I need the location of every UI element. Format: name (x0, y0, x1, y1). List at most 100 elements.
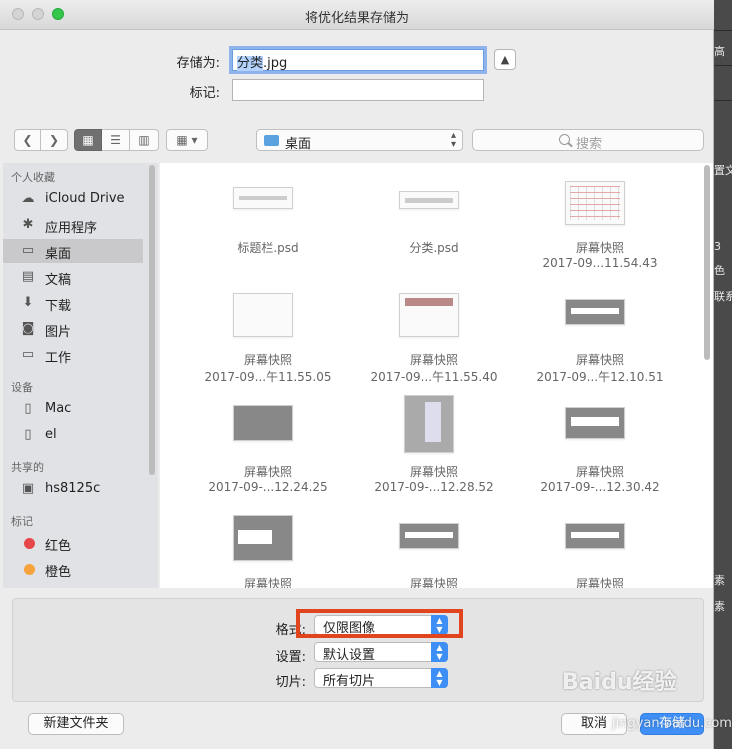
sidebar-item-downloads[interactable]: ⬇ 下载 (3, 291, 143, 315)
expand-dialog-button[interactable]: ▲ (494, 49, 516, 70)
settings-value: 默认设置 (323, 648, 376, 663)
bg-text: 色 (714, 264, 725, 277)
file-item[interactable]: 屏幕快照 (359, 517, 509, 588)
file-thumbnail (565, 181, 625, 225)
disk-icon: ▯ (24, 401, 32, 416)
tags-input[interactable] (232, 79, 484, 101)
sidebar-item-label: 下载 (45, 299, 72, 314)
sidebar-item-label: 橙色 (45, 565, 72, 580)
sidebar-item-work[interactable]: ▭ 工作 (3, 343, 143, 367)
file-thumbnail (565, 407, 625, 439)
updown-arrows-icon: ▲ ▼ (431, 668, 448, 688)
file-item[interactable]: 屏幕快照 2017-09...午11.55.05 (193, 293, 343, 403)
slices-label: 切片: (275, 675, 306, 690)
sidebar-item-tag-orange[interactable]: 橙色 (3, 557, 143, 581)
forward-button[interactable]: ❯ (41, 129, 68, 151)
file-item[interactable]: 屏幕快照 2017-09-...12.24.25 (193, 405, 343, 515)
file-item[interactable]: 屏幕快照 (525, 517, 675, 588)
back-button[interactable]: ❮ (14, 129, 41, 151)
pictures-icon: ◙ (21, 321, 35, 336)
applications-icon: ✱ (22, 217, 34, 232)
file-thumbnail (399, 191, 459, 209)
file-thumbnail (233, 515, 293, 561)
column-view-button[interactable]: ▥ (130, 129, 159, 151)
cloud-icon: ☁ (21, 191, 35, 206)
file-date: 2017-09...午11.55.05 (204, 370, 332, 384)
new-folder-button[interactable]: 新建文件夹 (28, 713, 124, 735)
search-icon (559, 134, 570, 145)
sidebar-item-mac[interactable]: ▯ Mac (3, 397, 143, 421)
sidebar-item-label: 文稿 (45, 273, 72, 288)
file-thumbnail (399, 523, 459, 549)
icon-view-button[interactable]: ▦ (74, 129, 102, 151)
sidebar-scrollbar[interactable] (149, 165, 155, 475)
sidebar-item-desktop[interactable]: ▭ 桌面 (3, 239, 143, 263)
sidebar-item-tag-red[interactable]: 红色 (3, 531, 143, 555)
settings-label: 设置: (275, 650, 306, 665)
file-thumbnail (233, 293, 293, 337)
monitor-icon: ▣ (21, 481, 35, 496)
location-popup[interactable]: 桌面 ▴ ▾ (256, 129, 463, 152)
file-item[interactable]: 分类.psd (359, 181, 509, 291)
bg-text: 联系 (714, 290, 732, 303)
slices-value: 所有切片 (323, 674, 376, 689)
chevron-left-icon: ❮ (22, 133, 33, 147)
bg-text: 置文 (714, 164, 732, 177)
file-item[interactable]: 屏幕快照 (193, 515, 343, 588)
filename-selected-text: 分类 (237, 56, 264, 71)
sidebar-item-label: 桌面 (45, 247, 72, 262)
search-input[interactable]: 搜索 (472, 129, 704, 152)
file-item[interactable]: 标题栏.psd (193, 181, 343, 291)
sidebar-item-hs8125c[interactable]: ▣ hs8125c (3, 477, 143, 501)
sidebar-section-devices: 设备 (11, 381, 33, 394)
columns-icon: ▥ (138, 133, 150, 147)
file-name: 屏幕快照 (409, 465, 458, 479)
filename-input[interactable]: 分类.jpg (232, 49, 484, 71)
sidebar-section-favorites: 个人收藏 (11, 171, 55, 184)
file-item[interactable]: 屏幕快照 2017-09-...12.28.52 (359, 395, 509, 515)
sidebar-item-applications[interactable]: ✱ 应用程序 (3, 213, 143, 237)
background-app-panel: 高 置文 3 色 联系 素 素 (714, 0, 732, 749)
bg-text: 高 (714, 45, 725, 58)
file-name: 屏幕快照 (243, 577, 292, 588)
file-thumbnail (399, 293, 459, 337)
sidebar-item-pictures[interactable]: ◙ 图片 (3, 317, 143, 341)
file-date: 2017-09-...12.30.42 (540, 480, 660, 494)
list-view-button[interactable]: ☰ (102, 129, 130, 151)
chevron-right-icon: ❯ (48, 133, 60, 147)
sidebar-section-tags: 标记 (11, 515, 33, 528)
bg-text: 素 (714, 600, 725, 613)
sidebar-item-label: Mac (45, 401, 72, 416)
sidebar-item-documents[interactable]: ▤ 文稿 (3, 265, 143, 289)
file-item[interactable]: 屏幕快照 2017-09...11.54.43 (525, 181, 675, 291)
file-date: 2017-09...11.54.43 (542, 256, 658, 270)
file-browser: 标题栏.psd 分类.psd 屏幕快照 2017-09...11.54.43 屏… (160, 163, 713, 588)
slices-select[interactable]: 所有切片 ▲ ▼ (314, 668, 448, 689)
file-scrollbar[interactable] (704, 165, 710, 360)
sidebar: 个人收藏 ☁ iCloud Drive ✱ 应用程序 ▭ 桌面 ▤ 文稿 ⬇ 下载 ◙ 图片… (3, 163, 158, 588)
settings-select[interactable]: 默认设置 ▲ ▼ (314, 642, 448, 663)
file-thumbnail (233, 405, 293, 441)
sidebar-item-icloud[interactable]: ☁ iCloud Drive (3, 187, 143, 211)
folder-icon: ▭ (21, 347, 35, 362)
orange-tag-icon (24, 564, 35, 575)
file-name: 屏幕快照 (575, 465, 624, 479)
arrange-grid-icon: ▦ ▾ (176, 133, 198, 147)
arrange-menu-button[interactable]: ▦ ▾ (166, 129, 208, 151)
updown-arrows-icon: ▴ ▾ (450, 130, 456, 150)
folder-icon (264, 135, 279, 146)
annotation-highlight-box (296, 609, 463, 638)
file-name: 屏幕快照 (243, 465, 292, 479)
red-tag-icon (24, 538, 35, 549)
file-item[interactable]: 屏幕快照 2017-09...午12.10.51 (525, 293, 675, 403)
sidebar-item-el[interactable]: ▯ el (3, 423, 143, 447)
file-name: 标题栏.psd (237, 241, 299, 255)
file-name: 屏幕快照 (575, 353, 624, 367)
file-thumbnail (233, 187, 293, 209)
file-item[interactable]: 屏幕快照 2017-09...午11.55.40 (359, 293, 509, 403)
list-icon: ☰ (110, 133, 121, 147)
file-name: 屏幕快照 (243, 353, 292, 367)
file-item[interactable]: 屏幕快照 2017-09-...12.30.42 (525, 405, 675, 515)
disk-icon: ▯ (24, 427, 32, 442)
file-date: 2017-09...午11.55.40 (370, 370, 498, 384)
